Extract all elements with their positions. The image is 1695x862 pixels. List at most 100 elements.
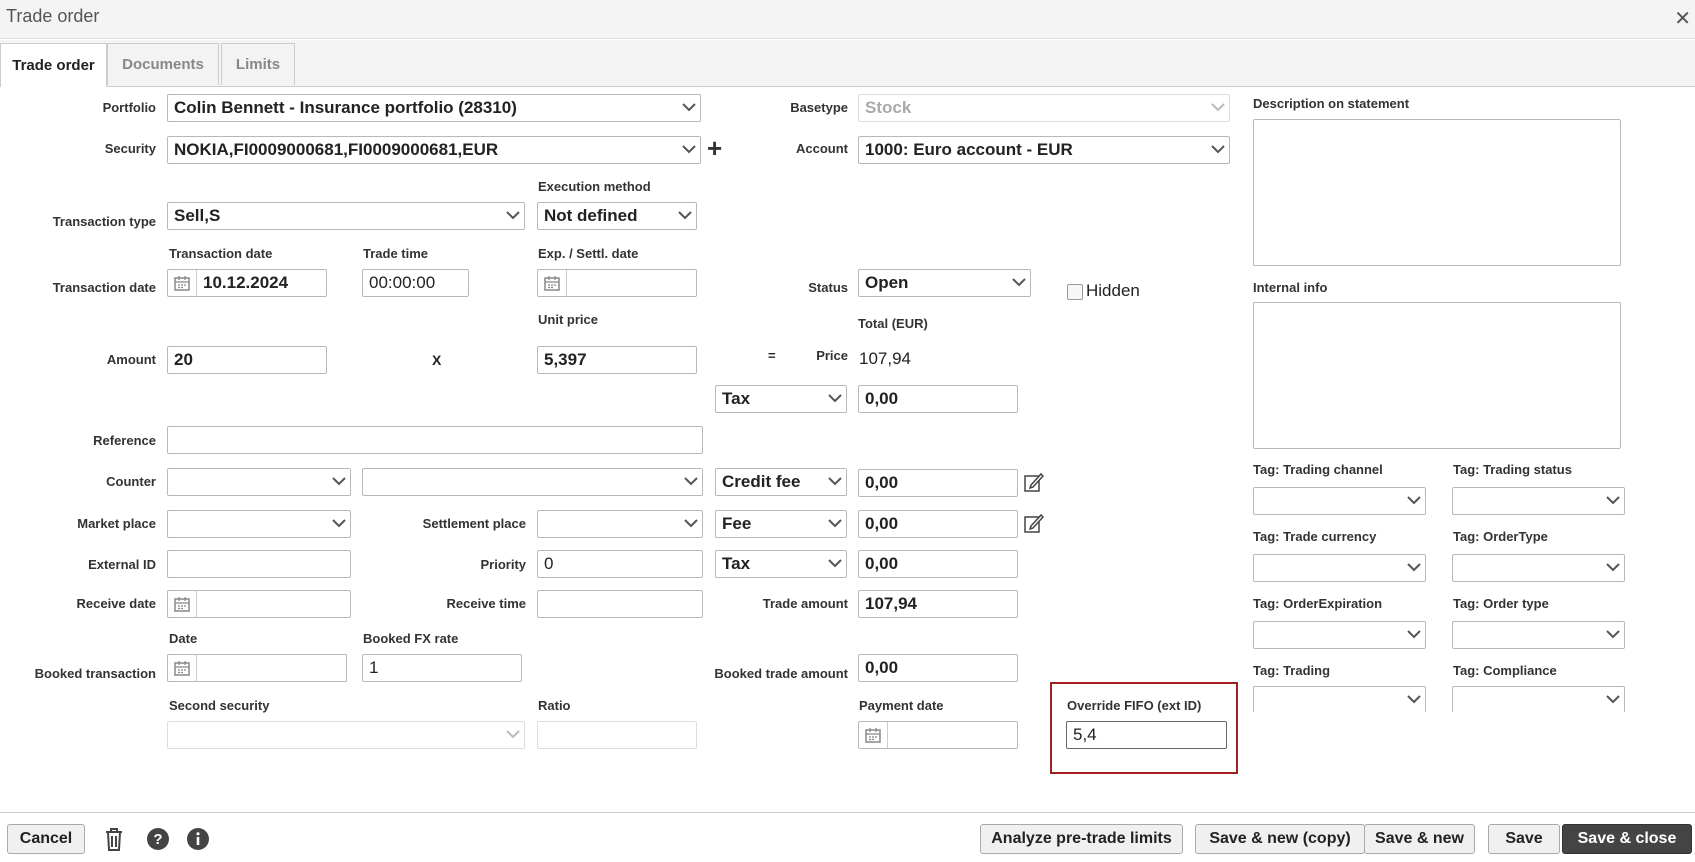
chevron-down-icon (1012, 277, 1026, 287)
tax2-input[interactable]: 0,00 (858, 550, 1018, 578)
chevron-down-icon (1211, 102, 1225, 112)
credit-fee-type-select[interactable]: Credit fee (715, 468, 847, 496)
settl-date-input[interactable] (537, 269, 697, 297)
chevron-down-icon (1606, 562, 1620, 572)
save-button[interactable]: Save (1488, 824, 1560, 854)
account-select[interactable]: 1000: Euro account - EUR (858, 136, 1230, 164)
calendar-icon[interactable] (168, 655, 197, 681)
tag-orderexpiration-label: Tag: OrderExpiration (1253, 596, 1383, 611)
window-titlebar (0, 0, 1695, 39)
edit-icon[interactable] (1023, 471, 1045, 498)
settlement-place-select[interactable] (537, 510, 703, 538)
chevron-down-icon (1407, 562, 1421, 572)
counter-select-1[interactable] (167, 468, 351, 496)
save-close-button[interactable]: Save & close (1562, 824, 1692, 854)
tag-order-type-select[interactable] (1452, 621, 1625, 649)
cancel-button[interactable]: Cancel (7, 824, 85, 854)
save-new-copy-button[interactable]: Save & new (copy) (1195, 824, 1365, 854)
booked-date-input[interactable] (167, 654, 347, 682)
tab-documents[interactable]: Documents (107, 43, 219, 85)
receive-date-input[interactable] (167, 590, 351, 618)
chevron-down-icon (828, 558, 842, 568)
tab-trade-order[interactable]: Trade order (0, 43, 107, 87)
reference-input[interactable] (167, 426, 703, 454)
chevron-down-icon (682, 144, 696, 154)
tax1-input[interactable]: 0,00 (858, 385, 1018, 413)
booked-fx-rate-input[interactable]: 1 (362, 654, 522, 682)
external-id-input[interactable] (167, 550, 351, 578)
trade-time-input[interactable]: 00:00:00 (362, 269, 469, 297)
account-value: 1000: Euro account - EUR (865, 140, 1073, 159)
booked-date-label: Date (169, 631, 198, 646)
ratio-label: Ratio (538, 698, 571, 713)
chevron-down-icon (1606, 495, 1620, 505)
priority-value: 0 (544, 554, 554, 573)
transaction-date-input[interactable]: 10.12.2024 (167, 269, 327, 297)
status-select[interactable]: Open (858, 269, 1031, 297)
price-value: 107,94 (859, 349, 911, 368)
ratio-input (537, 721, 697, 749)
market-place-select[interactable] (167, 510, 351, 538)
help-icon[interactable]: ? (146, 827, 170, 856)
status-label: Status (808, 280, 848, 295)
override-fifo-input[interactable]: 5,4 (1066, 721, 1227, 749)
external-id-label: External ID (88, 557, 156, 572)
trash-icon[interactable] (103, 826, 125, 857)
trade-amount-label: Trade amount (762, 596, 848, 611)
portfolio-value: Colin Bennett - Insurance portfolio (283… (174, 98, 517, 117)
portfolio-select[interactable]: Colin Bennett - Insurance portfolio (283… (167, 94, 701, 122)
save-new-button[interactable]: Save & new (1364, 824, 1475, 854)
security-select[interactable]: NOKIA,FI0009000681,FI0009000681,EUR (167, 136, 701, 164)
settlement-place-label: Settlement place (422, 516, 526, 531)
tag-ordertype-select[interactable] (1452, 554, 1625, 582)
tag-trade-currency-select[interactable] (1253, 554, 1426, 582)
chevron-down-icon (684, 518, 698, 528)
calendar-icon[interactable] (859, 722, 888, 748)
hidden-checkbox[interactable] (1067, 284, 1083, 300)
calendar-icon[interactable] (538, 270, 567, 296)
booked-trade-amount-input[interactable]: 0,00 (858, 654, 1018, 682)
unit-price-input[interactable]: 5,397 (537, 346, 697, 374)
tag-trading-channel-select[interactable] (1253, 487, 1426, 515)
credit-fee-input[interactable]: 0,00 (858, 469, 1018, 497)
analyze-pre-trade-limits-button[interactable]: Analyze pre-trade limits (980, 824, 1183, 854)
tag-trading-status-select[interactable] (1452, 487, 1625, 515)
tab-limits[interactable]: Limits (221, 43, 295, 85)
description-textarea[interactable] (1253, 119, 1621, 266)
second-security-select (167, 721, 525, 749)
fee-type-select[interactable]: Fee (715, 510, 847, 538)
window-title: Trade order (6, 6, 100, 26)
fee-input[interactable]: 0,00 (858, 510, 1018, 538)
transaction-type-select[interactable]: Sell,S (167, 202, 525, 230)
internal-info-textarea[interactable] (1253, 302, 1621, 449)
tag-compliance-select[interactable] (1452, 686, 1625, 712)
internal-info-label: Internal info (1253, 280, 1328, 295)
edit-icon[interactable] (1023, 512, 1045, 539)
counter-select-2[interactable] (362, 468, 703, 496)
equals-sign: = (768, 348, 776, 363)
info-icon[interactable] (186, 827, 210, 856)
fee-value: 0,00 (865, 514, 899, 533)
payment-date-input[interactable] (858, 721, 1018, 749)
add-security-icon[interactable]: + (707, 133, 722, 164)
payment-date-label: Payment date (859, 698, 944, 713)
close-icon[interactable]: ✕ (1674, 6, 1691, 31)
amount-input[interactable]: 20 (167, 346, 327, 374)
tag-orderexpiration-select[interactable] (1253, 621, 1426, 649)
trade-time-label: Trade time (363, 246, 429, 261)
trade-amount-input[interactable]: 107,94 (858, 590, 1018, 618)
tax1-type-select[interactable]: Tax (715, 385, 847, 413)
calendar-icon[interactable] (168, 591, 197, 617)
chevron-down-icon (506, 210, 520, 220)
basetype-value: Stock (865, 98, 912, 117)
execution-method-select[interactable]: Not defined (537, 202, 697, 230)
chevron-down-icon (678, 210, 692, 220)
chevron-down-icon (1407, 694, 1421, 704)
transaction-type-label: Transaction type (52, 214, 156, 229)
calendar-icon[interactable] (168, 270, 197, 296)
receive-time-input[interactable] (537, 590, 703, 618)
priority-input[interactable]: 0 (537, 550, 703, 578)
transaction-type-value: Sell,S (174, 206, 221, 225)
tax2-type-select[interactable]: Tax (715, 550, 847, 578)
tag-trading-select[interactable] (1253, 686, 1426, 712)
